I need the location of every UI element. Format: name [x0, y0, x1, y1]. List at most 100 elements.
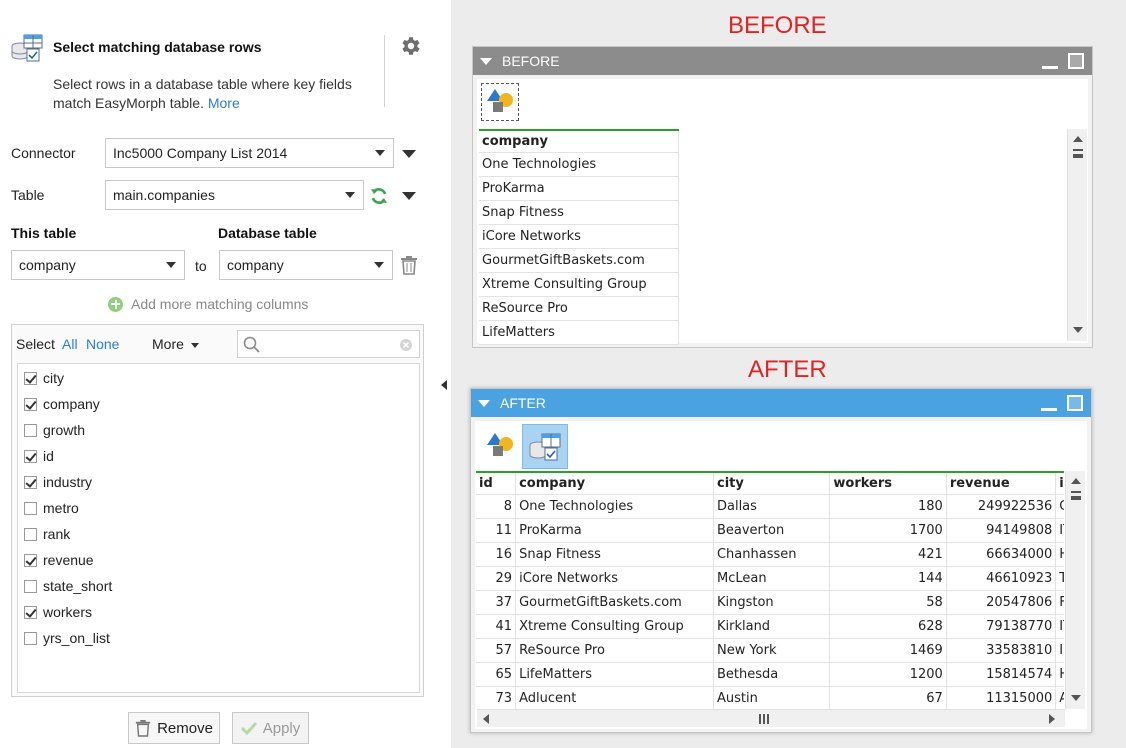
- apply-button[interactable]: Apply: [232, 712, 309, 744]
- table-row[interactable]: 73AdlucentAustin6711315000Advertising...: [476, 686, 1064, 709]
- table-row[interactable]: 37 GourmetGiftBaskets.com Kingston 58 205478…: [476, 590, 1064, 615]
- refresh-icon[interactable]: [369, 186, 389, 206]
- database-column-select[interactable]: company: [219, 250, 393, 280]
- after-vertical-scrollbar[interactable]: [1065, 471, 1085, 709]
- checkbox[interactable]: [24, 449, 37, 463]
- column-checkbox-row[interactable]: rank: [24, 524, 70, 544]
- collapse-triangle-icon: [480, 58, 492, 65]
- cell-workers: 1700: [829, 518, 947, 543]
- table-row[interactable]: LifeMatters: [479, 320, 679, 345]
- trash-icon[interactable]: [400, 255, 418, 275]
- table-row[interactable]: 11ProKarmaBeaverton170094149808IT Servic…: [476, 518, 1064, 543]
- checkbox[interactable]: [24, 501, 37, 515]
- column-checkbox-row[interactable]: city: [24, 368, 64, 388]
- checkbox[interactable]: [24, 605, 37, 619]
- column-checkbox-row[interactable]: company: [24, 394, 100, 414]
- cell-revenue: 249922536: [946, 494, 1057, 519]
- minimize-icon[interactable]: [1042, 66, 1058, 69]
- column-header-industry[interactable]: industry: [1055, 471, 1064, 495]
- table-row[interactable]: GourmetGiftBaskets.com: [479, 248, 679, 273]
- active-action-tile[interactable]: [522, 424, 568, 469]
- table-row[interactable]: 41 Xtreme Consulting Group Kirkland 628 7913…: [476, 614, 1064, 639]
- this-table-column-select[interactable]: company: [11, 250, 185, 280]
- column-search-input[interactable]: [264, 334, 394, 354]
- maximize-icon[interactable]: [1068, 53, 1084, 69]
- checkbox[interactable]: [24, 475, 37, 489]
- column-checkbox-row[interactable]: workers: [24, 602, 92, 622]
- column-checkbox-label: state_short: [43, 578, 113, 594]
- cell-industry: Consumer Pr...: [1055, 494, 1064, 519]
- shapes-icon-frame[interactable]: [481, 83, 519, 121]
- column-header-company[interactable]: company: [515, 471, 714, 495]
- table-row[interactable]: ReSource Pro: [479, 296, 679, 321]
- checkbox[interactable]: [24, 553, 37, 567]
- connector-select[interactable]: Inc5000 Company List 2014: [105, 138, 394, 168]
- column-header-city[interactable]: city: [713, 471, 831, 495]
- scroll-down-icon[interactable]: [1073, 327, 1083, 333]
- cell-workers: 58: [829, 590, 947, 615]
- minimize-icon[interactable]: [1041, 408, 1057, 411]
- collapse-panel-arrow-icon[interactable]: [441, 380, 447, 390]
- more-menu-button[interactable]: More: [152, 336, 199, 352]
- table-row[interactable]: iCore Networks: [479, 224, 679, 249]
- column-checkbox-row[interactable]: yrs_on_list: [24, 628, 110, 648]
- column-checkbox-row[interactable]: state_short: [24, 576, 112, 596]
- table-row[interactable]: Snap Fitness: [479, 200, 679, 225]
- column-checkbox-row[interactable]: revenue: [24, 550, 94, 570]
- column-checkbox-row[interactable]: id: [24, 446, 54, 466]
- column-checkbox-label: metro: [43, 500, 79, 516]
- scroll-thumb-grip-icon[interactable]: [1073, 149, 1083, 158]
- select-all-link[interactable]: All: [62, 336, 78, 352]
- cell-company: ProKarma: [515, 518, 714, 543]
- table-row[interactable]: 8One TechnologiesDallas180249922536Consu…: [476, 494, 1064, 519]
- checkbox[interactable]: [24, 579, 37, 593]
- scroll-hthumb-grip-icon[interactable]: [759, 714, 769, 724]
- database-column-value: company: [227, 257, 284, 273]
- gear-icon[interactable]: [398, 34, 422, 58]
- checkbox[interactable]: [24, 423, 37, 437]
- before-panel-titlebar[interactable]: BEFORE: [473, 47, 1092, 75]
- checkbox[interactable]: [24, 631, 37, 645]
- cell-industry: Health: [1055, 662, 1064, 687]
- table-row[interactable]: 65LifeMattersBethesda120015814574Health: [476, 662, 1064, 687]
- clear-icon[interactable]: [400, 339, 412, 351]
- table-row[interactable]: 16Snap FitnessChanhassen42166634000Healt…: [476, 542, 1064, 567]
- scroll-up-icon[interactable]: [1071, 478, 1081, 484]
- after-panel-titlebar[interactable]: AFTER: [471, 389, 1091, 417]
- checkbox[interactable]: [24, 397, 37, 411]
- table-row[interactable]: One Technologies: [479, 152, 679, 177]
- select-none-link[interactable]: None: [86, 336, 119, 352]
- column-checkbox-row[interactable]: growth: [24, 420, 85, 440]
- column-checkbox-row[interactable]: industry: [24, 472, 92, 492]
- more-link[interactable]: More: [208, 95, 240, 111]
- column-header-id[interactable]: id: [476, 471, 517, 495]
- table-row[interactable]: ProKarma: [479, 176, 679, 201]
- table-row[interactable]: 57ReSource ProNew York146933583810Insura…: [476, 638, 1064, 663]
- before-column-header[interactable]: company: [479, 129, 679, 153]
- scroll-down-icon[interactable]: [1071, 695, 1081, 701]
- column-header-revenue[interactable]: revenue: [946, 471, 1057, 495]
- after-panel-title: AFTER: [500, 395, 546, 411]
- scroll-left-icon[interactable]: [483, 714, 489, 724]
- table-menu-chevron-icon[interactable]: [402, 192, 416, 200]
- remove-button[interactable]: Remove: [128, 712, 220, 744]
- maximize-icon[interactable]: [1067, 395, 1083, 411]
- scroll-up-icon[interactable]: [1073, 136, 1083, 142]
- scroll-right-icon[interactable]: [1049, 714, 1055, 724]
- column-checkbox-row[interactable]: metro: [24, 498, 79, 518]
- column-search-box[interactable]: [237, 330, 420, 358]
- table-row[interactable]: Xtreme Consulting Group: [479, 272, 679, 297]
- before-vertical-scrollbar[interactable]: [1067, 129, 1087, 341]
- table-select[interactable]: main.companies: [105, 180, 364, 210]
- after-horizontal-scrollbar[interactable]: [477, 709, 1065, 727]
- checkbox[interactable]: [24, 527, 37, 541]
- table-row[interactable]: 29iCore NetworksMcLean14446610923Telecom…: [476, 566, 1064, 591]
- shapes-icon[interactable]: [485, 431, 515, 461]
- column-header-workers[interactable]: workers: [829, 471, 947, 495]
- checkbox[interactable]: [24, 371, 37, 385]
- remove-label: Remove: [157, 719, 213, 737]
- scroll-thumb-grip-icon[interactable]: [1071, 491, 1081, 500]
- connector-menu-chevron-icon[interactable]: [402, 150, 416, 158]
- cell-company: LifeMatters: [515, 662, 714, 687]
- add-more-matching-columns-button[interactable]: Add more matching columns: [108, 296, 308, 312]
